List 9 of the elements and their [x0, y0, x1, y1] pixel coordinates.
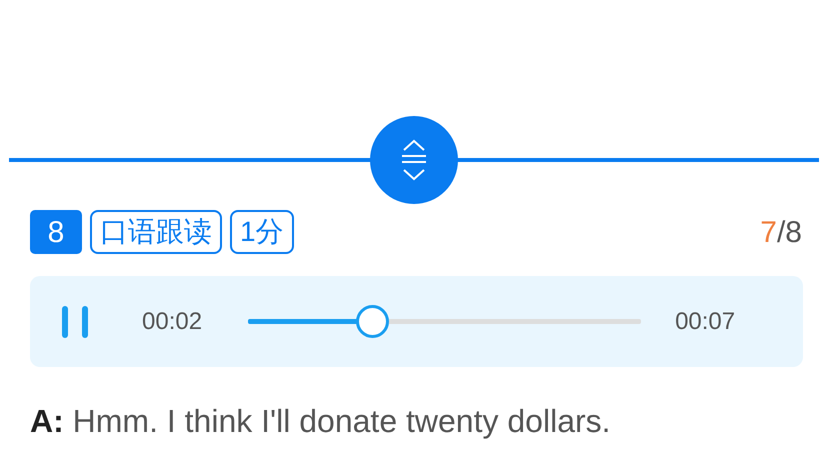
- dialogue-sentence: A: Hmm. I think I'll donate twenty dollars.: [29, 402, 612, 441]
- elapsed-time: 00:02: [142, 306, 202, 336]
- question-number: 8: [30, 210, 82, 254]
- question-total: /8: [776, 216, 802, 248]
- duration-time: 00:07: [675, 306, 736, 336]
- current-question: 7: [760, 216, 777, 248]
- question-tag: 口语跟读: [90, 210, 222, 254]
- progress-thumb[interactable]: [356, 305, 389, 338]
- question-tag: 1分: [230, 210, 294, 254]
